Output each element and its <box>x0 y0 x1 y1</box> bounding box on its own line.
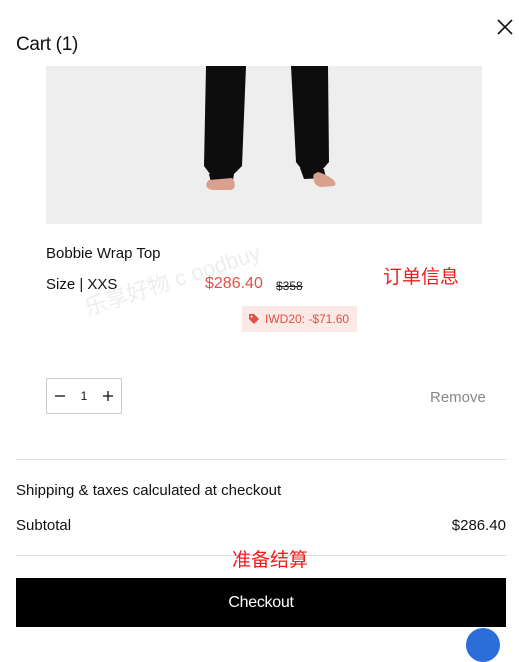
subtotal-value: $286.40 <box>451 517 506 534</box>
product-image[interactable] <box>46 66 482 224</box>
increase-quantity-button[interactable] <box>95 379 121 413</box>
chat-help-button[interactable] <box>466 628 500 662</box>
divider <box>16 459 506 460</box>
shipping-note: Shipping & taxes calculated at checkout <box>16 482 282 499</box>
product-size: Size | XXS <box>46 276 118 293</box>
original-price: $358 <box>276 279 303 293</box>
quantity-stepper: 1 <box>46 378 122 414</box>
close-button[interactable] <box>492 14 518 40</box>
minus-icon <box>55 395 65 397</box>
discount-text: IWD20: -$71.60 <box>265 312 350 326</box>
discount-badge: IWD20: -$71.60 <box>242 306 358 332</box>
cart-title: Cart (1) <box>16 34 78 55</box>
decrease-quantity-button[interactable] <box>47 379 73 413</box>
tag-icon <box>249 314 259 324</box>
quantity-value[interactable]: 1 <box>81 389 88 403</box>
close-icon <box>497 19 513 35</box>
subtotal-label: Subtotal <box>16 517 72 534</box>
annotation-ready-checkout: 准备结算 <box>232 550 309 571</box>
product-name[interactable]: Bobbie Wrap Top <box>46 245 161 262</box>
annotation-order-info: 订单信息 <box>383 267 460 288</box>
plus-icon <box>103 391 113 401</box>
sale-price: $286.40 <box>205 275 263 292</box>
checkout-button[interactable]: Checkout <box>16 578 506 627</box>
remove-link[interactable]: Remove <box>430 389 486 406</box>
